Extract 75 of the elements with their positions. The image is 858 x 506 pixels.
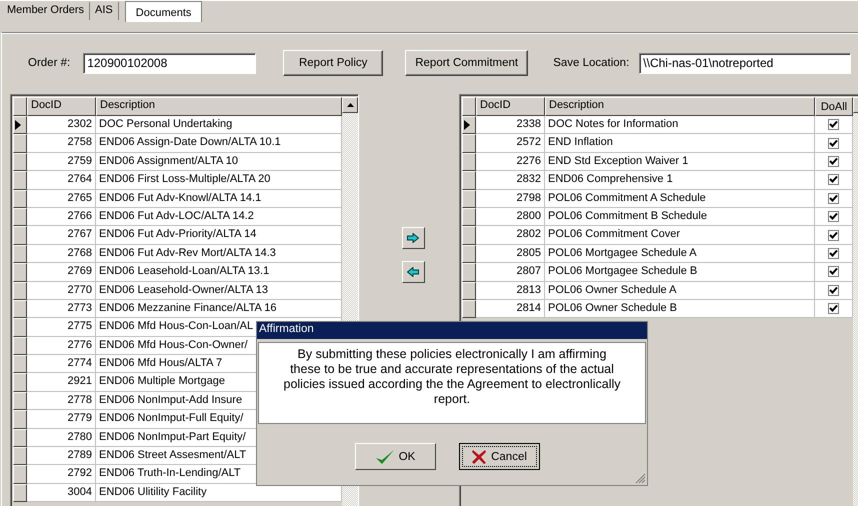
checkbox[interactable]: [828, 248, 839, 259]
column-header[interactable]: DocID: [27, 97, 96, 116]
checkbox[interactable]: [828, 119, 839, 130]
report-button[interactable]: Report Policy: [283, 50, 384, 76]
row-selector[interactable]: [13, 263, 27, 282]
row-selector[interactable]: [13, 171, 27, 190]
row-selector[interactable]: [462, 226, 476, 245]
row-selector[interactable]: [462, 208, 476, 226]
row-selector[interactable]: [13, 410, 27, 429]
row-selector[interactable]: [13, 226, 27, 245]
checkbox[interactable]: [828, 230, 839, 241]
row-selector[interactable]: [13, 116, 27, 134]
row-selector[interactable]: [13, 152, 27, 172]
dialog-title: Affirmation: [257, 322, 647, 339]
save-location-field[interactable]: \\Chi-nas-01\notreported: [639, 52, 852, 74]
checkbox[interactable]: [828, 211, 839, 222]
ok-button[interactable]: OK: [354, 443, 436, 470]
checkbox[interactable]: [828, 192, 839, 204]
checkbox[interactable]: [828, 284, 839, 296]
table-cell: POL06 Owner Schedule B: [545, 300, 815, 318]
right-arrow-icon: [407, 233, 419, 243]
left-arrow-icon: [407, 267, 419, 277]
tab[interactable]: Member Orders: [2, 2, 90, 20]
row-selector[interactable]: [462, 116, 476, 134]
tab[interactable]: AIS: [90, 2, 119, 20]
save-location-label: Save Location:: [553, 57, 630, 69]
table-cell: 2814: [476, 300, 545, 318]
row-pointer-icon: [15, 120, 21, 130]
cancel-button[interactable]: Cancel: [458, 443, 540, 470]
row-selector[interactable]: [462, 171, 476, 190]
order-field[interactable]: 120900102008: [83, 52, 256, 74]
row-selector[interactable]: [13, 282, 27, 300]
row-selector[interactable]: [13, 484, 27, 502]
row-selector[interactable]: [462, 134, 476, 153]
column-header[interactable]: Description: [545, 97, 815, 116]
checkbox[interactable]: [828, 303, 839, 314]
table-cell: 3004: [27, 484, 96, 502]
row-selector[interactable]: [13, 244, 27, 264]
row-selector[interactable]: [13, 373, 27, 392]
dialog-message: By submitting these policies electronically I am affirming these to be true and accurate representations of the actual policies issued according the the Agreement to electronlically report.: [258, 342, 646, 424]
add-button[interactable]: [402, 227, 424, 249]
checkbox[interactable]: [828, 138, 839, 149]
checkbox[interactable]: [828, 266, 839, 278]
row-selector[interactable]: [13, 190, 27, 208]
row-selector[interactable]: [13, 465, 27, 484]
column-header[interactable]: DocID: [476, 97, 545, 116]
tab[interactable]: Documents: [124, 1, 202, 22]
remove-button[interactable]: [402, 261, 424, 283]
row-selector[interactable]: [462, 263, 476, 282]
scroll-up-icon: [346, 103, 354, 107]
row-selector[interactable]: [462, 190, 476, 208]
header-corner: [13, 97, 27, 116]
checkbox[interactable]: [828, 174, 839, 186]
row-selector[interactable]: [13, 134, 27, 153]
row-selector[interactable]: [462, 152, 476, 172]
row-selector[interactable]: [13, 355, 27, 374]
checkmark-icon: [374, 448, 395, 464]
header-corner: [462, 97, 476, 116]
row-selector[interactable]: [462, 244, 476, 264]
checkbox[interactable]: [828, 156, 839, 167]
column-header[interactable]: DoAll: [815, 97, 853, 116]
row-selector[interactable]: [462, 282, 476, 300]
column-header[interactable]: Description: [96, 97, 342, 116]
report-button[interactable]: Report Commitment: [405, 50, 528, 76]
row-selector[interactable]: [13, 318, 27, 337]
row-pointer-icon: [464, 120, 470, 130]
x-icon: [471, 448, 488, 464]
row-selector[interactable]: [13, 447, 27, 466]
row-selector[interactable]: [13, 336, 27, 356]
row-selector[interactable]: [13, 300, 27, 318]
row-selector[interactable]: [13, 392, 27, 410]
row-selector[interactable]: [462, 300, 476, 318]
row-selector[interactable]: [13, 208, 27, 226]
order-label: Order #:: [28, 57, 70, 69]
row-selector[interactable]: [13, 428, 27, 448]
